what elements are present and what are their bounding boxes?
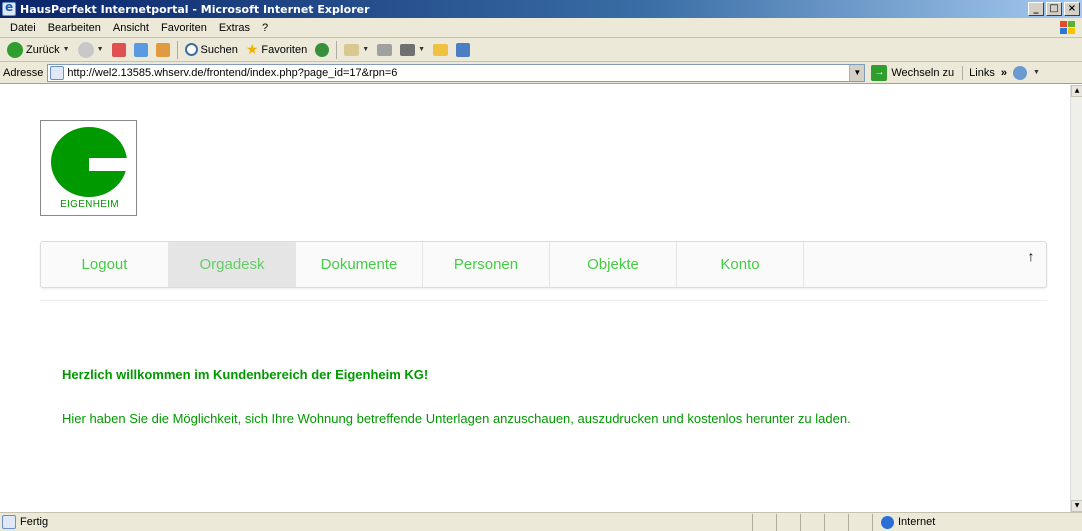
scroll-up-button[interactable]: ▲ <box>1071 85 1082 97</box>
status-pane <box>776 513 800 531</box>
main-nav: Logout Orgadesk Dokumente Personen Objek… <box>40 241 1047 288</box>
mail-button[interactable]: ▼ <box>340 39 373 61</box>
messenger-icon <box>456 42 471 57</box>
go-button[interactable]: → Wechseln zu <box>871 64 955 81</box>
folder-button[interactable] <box>429 39 452 61</box>
menu-help[interactable]: ? <box>256 22 274 34</box>
menu-view[interactable]: Ansicht <box>107 22 155 34</box>
info-text: Hier haben Sie die Möglichkeit, sich Ihr… <box>62 411 851 426</box>
links-chevron-icon[interactable]: » <box>1001 67 1007 79</box>
history-button[interactable] <box>311 39 333 61</box>
search-label: Suchen <box>200 43 238 56</box>
home-icon <box>155 42 170 57</box>
window-title: HausPerfekt Internetportal - Microsoft I… <box>20 2 370 16</box>
favorites-button[interactable]: ★ Favoriten <box>242 39 311 61</box>
print-button[interactable] <box>373 39 396 61</box>
zone-label: Internet <box>898 516 936 528</box>
history-icon <box>315 42 330 57</box>
nav-divider <box>40 300 1047 301</box>
page-content: EIGENHEIM Logout Orgadesk Dokumente Pers… <box>0 85 1070 512</box>
close-button[interactable]: × <box>1064 2 1080 16</box>
star-icon: ★ <box>245 41 259 57</box>
stop-button[interactable] <box>108 39 130 61</box>
globe-icon <box>881 515 894 529</box>
tools-dropdown-icon[interactable]: ▼ <box>1033 69 1040 76</box>
eigenheim-logo: EIGENHEIM <box>40 120 137 216</box>
maximize-button[interactable]: □ <box>1046 2 1062 16</box>
edit-button[interactable]: ▼ <box>396 39 429 61</box>
home-button[interactable] <box>152 39 174 61</box>
forward-dropdown-icon[interactable]: ▼ <box>97 46 104 53</box>
address-bar: Adresse ▼ → Wechseln zu Links » ▼ <box>0 62 1082 84</box>
nav-item-konto[interactable]: Konto <box>677 242 804 287</box>
refresh-button[interactable] <box>130 39 152 61</box>
scroll-up-icon[interactable]: ↑ <box>1016 242 1046 287</box>
toolbar: Zurück ▼ ▼ Suchen ★ Favoriten ▼ ▼ <box>0 38 1082 62</box>
forward-arrow-icon <box>77 41 94 58</box>
back-dropdown-icon[interactable]: ▼ <box>63 46 70 53</box>
mail-dropdown-icon[interactable]: ▼ <box>362 46 369 53</box>
status-pane <box>824 513 848 531</box>
status-text: Fertig <box>20 516 49 528</box>
page-done-icon <box>2 515 16 529</box>
logo-notch <box>89 158 127 171</box>
search-button[interactable]: Suchen <box>181 39 242 61</box>
page-icon <box>50 65 65 80</box>
links-label: Links <box>969 66 995 79</box>
nav-item-personen[interactable]: Personen <box>423 242 550 287</box>
messenger-button[interactable] <box>452 39 474 61</box>
security-zone: Internet <box>872 513 1082 531</box>
vertical-scrollbar[interactable]: ▲ ▼ <box>1070 85 1082 512</box>
favorites-label: Favoriten <box>261 43 308 56</box>
nav-item-orgadesk[interactable]: Orgadesk <box>169 242 296 287</box>
menu-file[interactable]: Datei <box>4 22 42 34</box>
address-dropdown-icon[interactable]: ▼ <box>849 64 865 81</box>
print-icon <box>377 43 393 56</box>
menu-tools[interactable]: Extras <box>213 22 256 34</box>
menu-favorites[interactable]: Favoriten <box>155 22 213 34</box>
menu-edit[interactable]: Bearbeiten <box>42 22 107 34</box>
edit-icon <box>400 43 416 56</box>
scroll-down-button[interactable]: ▼ <box>1071 500 1082 512</box>
links-toolbar[interactable]: Links » ▼ <box>962 65 1040 80</box>
folder-icon <box>433 43 449 56</box>
window-titlebar: HausPerfekt Internetportal - Microsoft I… <box>0 0 1082 18</box>
toolbar-separator <box>336 40 338 59</box>
back-label: Zurück <box>26 43 60 56</box>
url-input[interactable] <box>67 66 850 79</box>
back-arrow-icon <box>7 41 23 58</box>
address-field[interactable]: ▼ <box>47 63 866 82</box>
go-arrow-icon: → <box>871 64 888 81</box>
stop-icon <box>111 42 126 57</box>
ie-app-icon <box>2 0 16 16</box>
edit-dropdown-icon[interactable]: ▼ <box>418 46 425 53</box>
logo-text: EIGENHEIM <box>60 199 119 210</box>
windows-logo-icon <box>1056 19 1078 37</box>
nav-item-logout[interactable]: Logout <box>41 242 169 287</box>
minimize-button[interactable]: _ <box>1028 2 1044 16</box>
address-label: Adresse <box>3 66 44 79</box>
tools-icon[interactable] <box>1012 65 1027 80</box>
nav-item-objekte[interactable]: Objekte <box>550 242 677 287</box>
mail-icon <box>344 43 360 56</box>
status-pane <box>800 513 824 531</box>
go-label: Wechseln zu <box>891 66 955 79</box>
status-pane <box>752 513 776 531</box>
back-button[interactable]: Zurück ▼ <box>3 39 74 61</box>
search-icon <box>184 43 198 56</box>
welcome-heading: Herzlich willkommen im Kundenbereich der… <box>62 367 429 382</box>
menu-bar: Datei Bearbeiten Ansicht Favoriten Extra… <box>0 18 1082 38</box>
status-panes: Internet <box>752 513 1082 531</box>
forward-button[interactable]: ▼ <box>74 39 108 61</box>
nav-item-dokumente[interactable]: Dokumente <box>296 242 423 287</box>
refresh-icon <box>133 42 148 57</box>
toolbar-separator <box>176 40 178 59</box>
window-controls: _ □ × <box>1028 2 1080 16</box>
status-pane <box>848 513 872 531</box>
status-bar: Fertig Internet <box>0 512 1082 531</box>
